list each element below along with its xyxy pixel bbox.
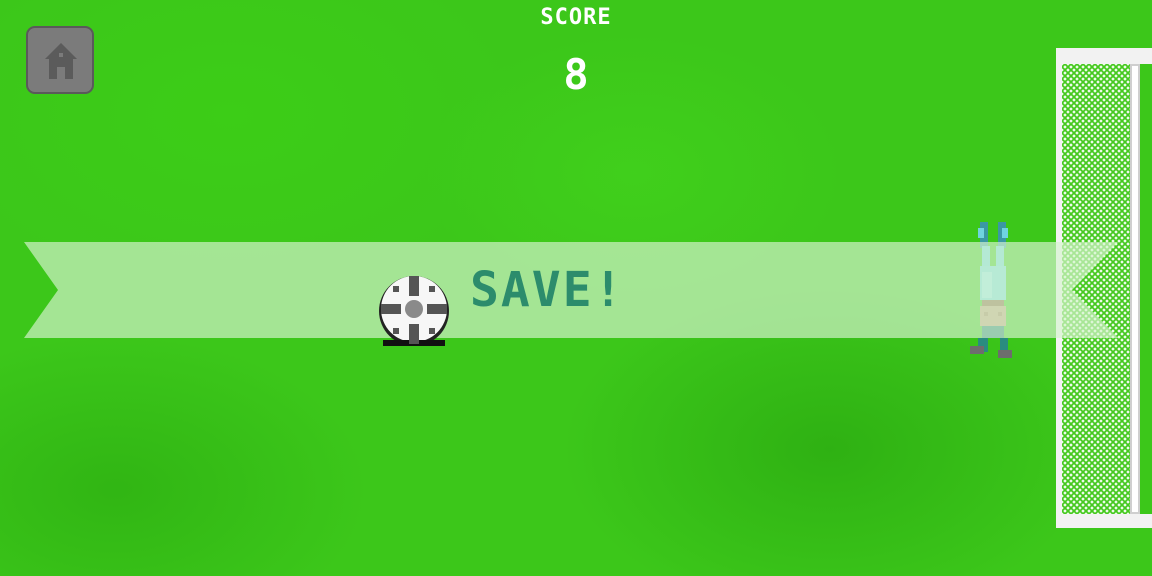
pitch: SCORE 8 SAVE! bbox=[0, 0, 1152, 576]
score-label: SCORE bbox=[540, 5, 612, 30]
goal-crossbar bbox=[1056, 48, 1152, 64]
goal-back-post bbox=[1130, 64, 1140, 514]
goal-bottom-bar bbox=[1056, 514, 1152, 528]
score-value: 8 bbox=[563, 50, 589, 99]
soccer-ball bbox=[379, 276, 449, 346]
save-message: SAVE! bbox=[470, 262, 625, 318]
